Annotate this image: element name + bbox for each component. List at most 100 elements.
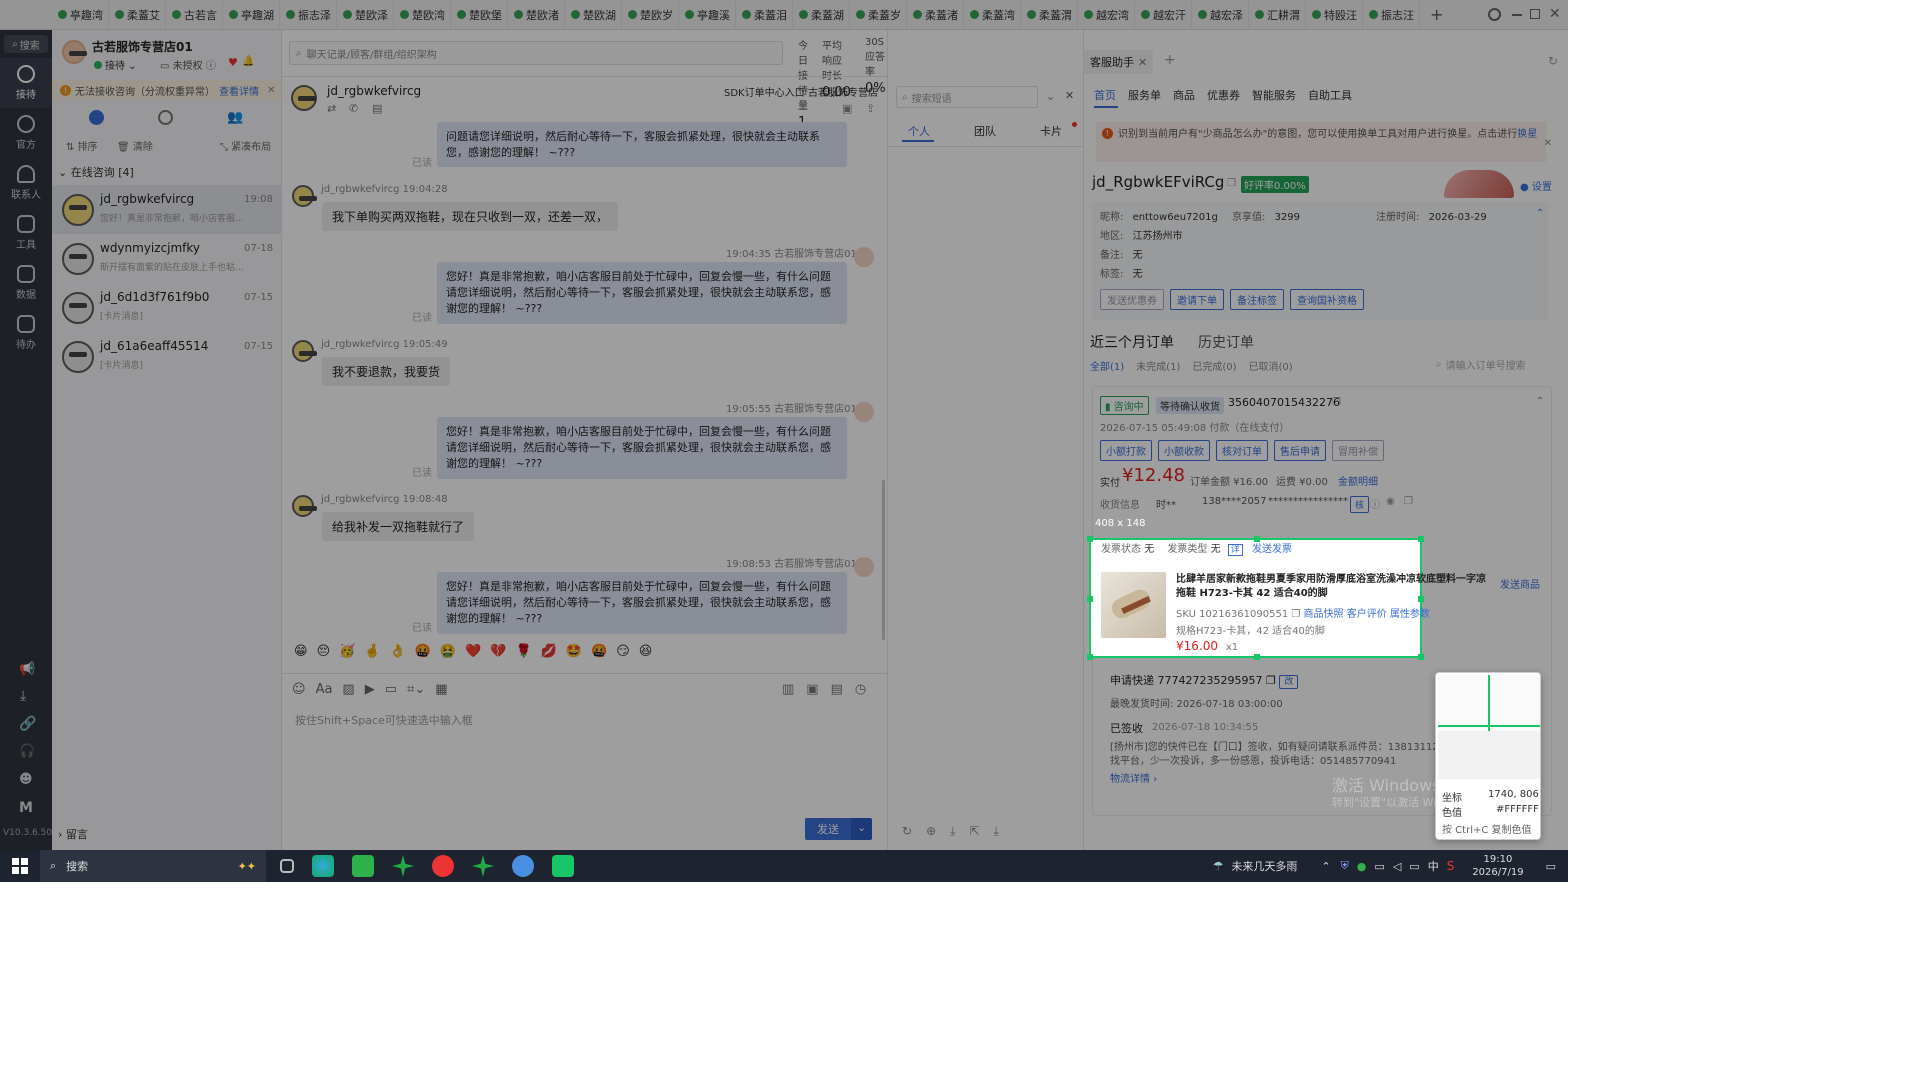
- settings-link[interactable]: ● 设置: [1520, 178, 1552, 193]
- top-tab[interactable]: 振志汪: [1363, 0, 1420, 29]
- send-dropdown-icon[interactable]: ⌄: [851, 818, 873, 840]
- invoice-detail-tag[interactable]: 详: [1227, 544, 1243, 556]
- comment-icon[interactable]: ▤: [831, 682, 843, 697]
- phrase-search-input[interactable]: ⌕ 搜索短语: [896, 86, 1038, 108]
- green-chat-icon[interactable]: [552, 855, 574, 877]
- order-action-button[interactable]: 小额打款: [1100, 440, 1152, 461]
- wechat-icon[interactable]: [352, 855, 374, 877]
- attributes-link[interactable]: 属性参数: [1390, 609, 1430, 620]
- emoji-item[interactable]: 🤮: [440, 644, 456, 659]
- close-icon[interactable]: ✕: [1549, 6, 1561, 22]
- sogou-icon[interactable]: S: [1447, 859, 1455, 873]
- emoji-item[interactable]: 🥳: [339, 644, 355, 659]
- notification-icon[interactable]: ▭: [1546, 860, 1556, 873]
- assist-nav-3[interactable]: 优惠券: [1207, 87, 1240, 103]
- order-icon[interactable]: ▣: [806, 682, 818, 697]
- order-filter[interactable]: 已完成(0): [1192, 358, 1236, 373]
- clock[interactable]: 19:10 2026/7/19: [1472, 853, 1523, 879]
- order-action-button[interactable]: 核对订单: [1216, 440, 1268, 461]
- assist-nav-4[interactable]: 智能服务: [1252, 87, 1296, 103]
- emoji-item[interactable]: 👌: [390, 644, 406, 659]
- clock-icon[interactable]: ◷: [855, 682, 866, 697]
- order-filter[interactable]: 全部(1): [1090, 358, 1124, 373]
- customer-review-link[interactable]: 客户评价: [1347, 609, 1387, 620]
- conversation-item[interactable]: jd_6d1d3f761f9b0 07-15 [卡片消息]: [52, 283, 282, 332]
- video-icon[interactable]: ▶: [365, 682, 375, 697]
- screenshot-selection[interactable]: 发票状态 无 发票类型 无 详 发送发票 比肆羊居家新款拖鞋男夏季家用防滑厚底浴…: [1087, 536, 1486, 660]
- change-express-button[interactable]: 改: [1279, 675, 1299, 689]
- download-icon[interactable]: ⤓: [994, 824, 999, 839]
- customer-action-button[interactable]: 查询国补资格: [1290, 289, 1364, 310]
- minimize-icon[interactable]: [1512, 14, 1522, 16]
- top-tab[interactable]: 振志泽: [280, 0, 337, 29]
- copy-icon[interactable]: ❐: [1332, 397, 1341, 408]
- edge-icon[interactable]: [312, 855, 334, 877]
- app-spark-icon[interactable]: [392, 855, 414, 877]
- clear-button[interactable]: 🗑 清除: [117, 138, 153, 153]
- top-tab[interactable]: 越宏湾: [1078, 0, 1135, 29]
- tab-card[interactable]: 卡片: [1040, 123, 1062, 139]
- download-icon[interactable]: ⤓: [20, 688, 26, 704]
- top-tab[interactable]: 楚欧湖: [565, 0, 622, 29]
- emoji-item[interactable]: 😔: [317, 644, 331, 659]
- volume-icon[interactable]: ◁: [1393, 860, 1401, 873]
- font-icon[interactable]: Aa: [316, 682, 333, 697]
- top-tab[interactable]: 亭趣湖: [223, 0, 280, 29]
- order-filter[interactable]: 未完成(1): [1136, 358, 1180, 373]
- top-tab[interactable]: 楚欧堡: [451, 0, 508, 29]
- send-product-button[interactable]: 发送商品: [1500, 576, 1540, 591]
- bell-icon[interactable]: 🔔: [242, 56, 254, 67]
- top-tab[interactable]: 柔蓋渭: [1021, 0, 1078, 29]
- collapse-up-icon[interactable]: ⌃: [1536, 208, 1544, 219]
- maximize-icon[interactable]: [1530, 9, 1540, 19]
- crop-icon[interactable]: ⌗⌄: [407, 682, 425, 697]
- top-tab[interactable]: 柔蓋岁: [850, 0, 907, 29]
- rail-item-todo[interactable]: 待办: [0, 308, 52, 358]
- jd-service-icon[interactable]: [512, 855, 534, 877]
- monitor-icon[interactable]: ▭: [1409, 860, 1419, 873]
- collapse-up-icon[interactable]: ⌃: [1536, 396, 1544, 407]
- collapse-icon[interactable]: ⌄: [1046, 90, 1055, 103]
- top-tab[interactable]: 楚欧泽: [337, 0, 394, 29]
- image-icon[interactable]: ▨: [342, 682, 354, 697]
- robot-icon[interactable]: ☻: [19, 772, 33, 787]
- order-action-button[interactable]: 小额收款: [1158, 440, 1210, 461]
- share-icon[interactable]: ⇱: [969, 824, 979, 839]
- assist-nav-1[interactable]: 服务单: [1128, 87, 1161, 103]
- customer-action-button[interactable]: 发送优惠券: [1100, 289, 1164, 310]
- note-icon[interactable]: ▤: [372, 102, 382, 115]
- notice-link[interactable]: 换星: [1517, 129, 1537, 140]
- emoji-item[interactable]: 🌹: [515, 644, 531, 659]
- send-invoice-link[interactable]: 发送发票: [1252, 544, 1292, 555]
- transfer-icon[interactable]: ⇄: [327, 102, 336, 115]
- rail-item-reception[interactable]: 接待: [0, 58, 52, 108]
- logistics-detail-link[interactable]: 物流详情 ›: [1110, 770, 1157, 785]
- top-tab[interactable]: 柔蓋艾: [109, 0, 166, 29]
- ime-indicator[interactable]: 中: [1428, 858, 1439, 874]
- emoji-item[interactable]: 💋: [541, 644, 557, 659]
- import-icon[interactable]: ⤓: [950, 824, 955, 839]
- rail-m-icon[interactable]: M: [19, 800, 33, 816]
- rail-item-contacts[interactable]: 联系人: [0, 158, 52, 208]
- warning-close-icon[interactable]: ✕: [267, 85, 275, 96]
- tab-team[interactable]: 团队: [974, 123, 996, 139]
- chat-scrollbar[interactable]: [882, 480, 885, 640]
- top-tab[interactable]: 汇耕渭: [1249, 0, 1306, 29]
- task-view-icon[interactable]: [280, 859, 294, 873]
- close-icon[interactable]: ✕: [1138, 56, 1147, 69]
- top-tab[interactable]: 越宏泽: [1192, 0, 1249, 29]
- message-input[interactable]: 按住Shift+Space可快速选中输入框: [295, 712, 473, 728]
- order-filter[interactable]: 已取消(0): [1249, 358, 1293, 373]
- security-icon[interactable]: ⛨: [1341, 859, 1349, 873]
- close-icon[interactable]: ✕: [1544, 136, 1552, 151]
- copy-icon[interactable]: ❐: [1404, 496, 1413, 507]
- heart-icon[interactable]: ♥: [228, 56, 238, 69]
- emoji-item[interactable]: 💔: [490, 644, 506, 659]
- rail-item-official[interactable]: 官方: [0, 108, 52, 158]
- order-search-input[interactable]: ⌕ 请输入订单号搜索: [1430, 354, 1550, 374]
- warning-detail-link[interactable]: 查看详情: [219, 83, 259, 98]
- template-icon[interactable]: ▥: [782, 682, 794, 697]
- link-icon[interactable]: 🔗: [19, 716, 36, 732]
- export-icon[interactable]: ⇪: [866, 102, 875, 115]
- settings-icon[interactable]: [1488, 8, 1501, 21]
